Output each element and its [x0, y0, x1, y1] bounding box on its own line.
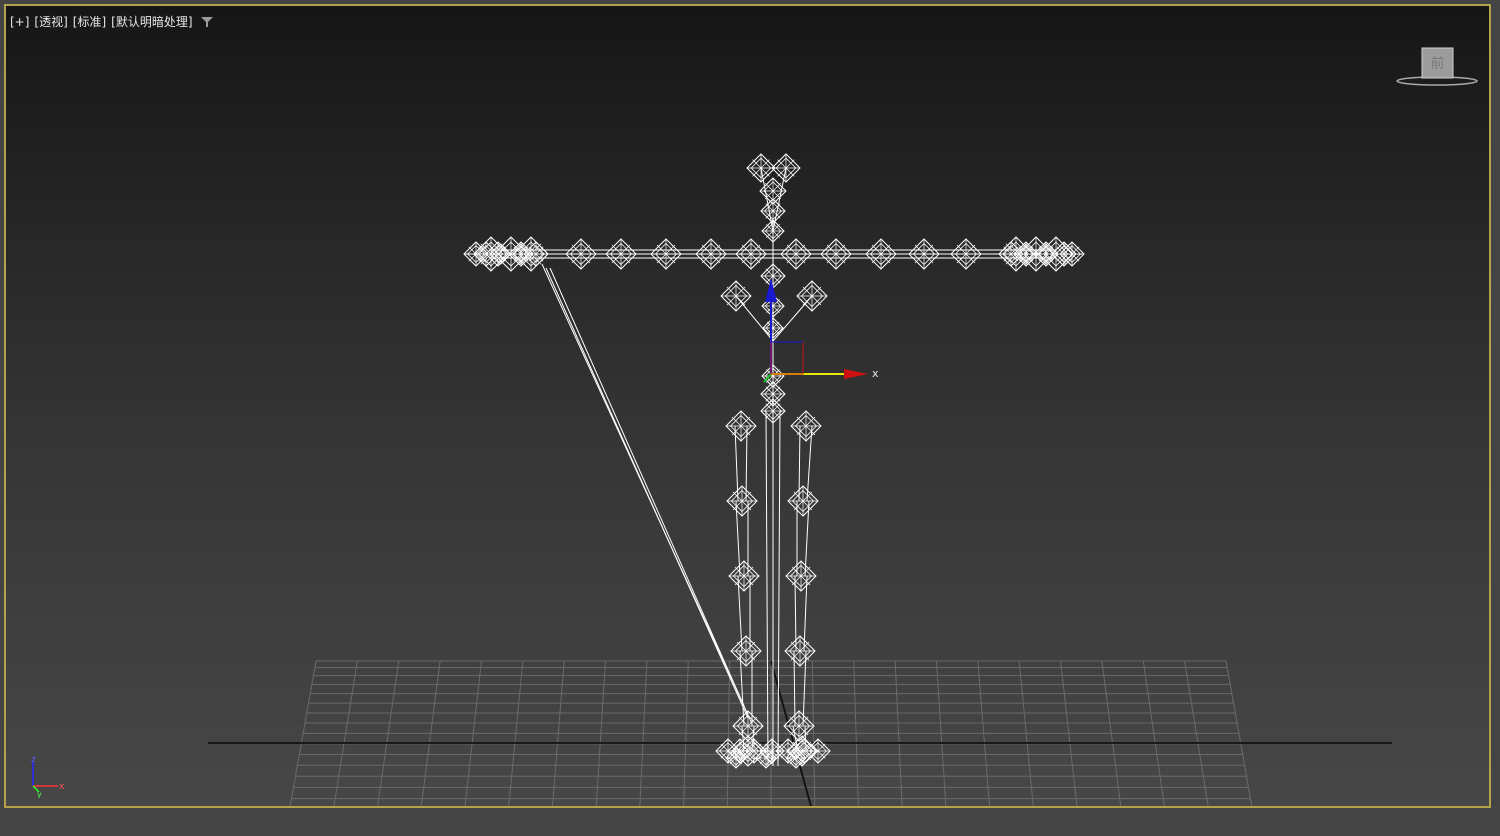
grid-line-vertical: [551, 660, 565, 806]
neck-bone[interactable]: [772, 167, 787, 232]
grid-line-vertical: [333, 660, 358, 806]
world-axis-tripod: z x y: [31, 755, 65, 798]
right-leg-bone[interactable]: [794, 575, 797, 652]
tripod-x-label: x: [59, 782, 65, 792]
tripod-y-label: y: [37, 790, 42, 798]
grid-line-vertical: [377, 660, 400, 806]
grid-line-vertical: [1018, 660, 1034, 806]
viewport-label-bar: [+] [透视] [标准] [默认明暗处理]: [10, 13, 213, 30]
grid-line-vertical: [289, 660, 317, 806]
viewport-plus-menu[interactable]: [+]: [10, 15, 29, 29]
gizmo-x-label: x: [872, 367, 879, 380]
viewport-bottom-strip: [0, 810, 1500, 836]
grid-line-vertical: [464, 660, 482, 806]
grid-line-vertical: [894, 660, 903, 806]
grid-line-vertical: [1225, 660, 1253, 806]
left-leg-joint[interactable]: [728, 560, 760, 592]
viewport-shading-menu[interactable]: [标准]: [73, 13, 106, 30]
grid-line-vertical: [639, 660, 648, 806]
right-leg-joint[interactable]: [787, 485, 819, 517]
gizmo-plane-xz[interactable]: [770, 341, 804, 375]
spine-bone[interactable]: [772, 295, 813, 342]
ik-line[interactable]: [545, 267, 749, 719]
left-leg-bone[interactable]: [745, 425, 748, 502]
grid-line-vertical: [420, 660, 441, 806]
grid-line-vertical: [1101, 660, 1122, 806]
viewcube[interactable]: 前: [1394, 44, 1480, 90]
grid-line-vertical: [595, 660, 607, 806]
filter-icon[interactable]: [200, 16, 213, 28]
right-leg-joint[interactable]: [790, 410, 822, 442]
viewport-lighting-menu[interactable]: [默认明暗处理]: [111, 13, 192, 30]
tripod-z-label: z: [31, 755, 36, 765]
left-leg-joint[interactable]: [725, 410, 757, 442]
gizmo-x-arrow[interactable]: [844, 369, 868, 379]
left-leg-joint[interactable]: [726, 485, 758, 517]
ik-line[interactable]: [549, 267, 753, 725]
grid-line-vertical: [1184, 660, 1209, 806]
grid-line-vertical: [508, 660, 524, 806]
spine-bone[interactable]: [735, 295, 774, 342]
viewport-view-menu[interactable]: [透视]: [34, 13, 67, 30]
grid-line-vertical: [811, 660, 816, 806]
grid-line-vertical: [1060, 660, 1078, 806]
neck-bone[interactable]: [760, 167, 774, 232]
right-leg-bone[interactable]: [793, 650, 796, 727]
grid-line-vertical: [683, 660, 689, 806]
grid-line-vertical: [977, 660, 991, 806]
right-leg-joint[interactable]: [783, 710, 815, 742]
viewcube-face-label: 前: [1431, 55, 1445, 72]
right-leg-joint[interactable]: [785, 560, 817, 592]
grid-line-vertical: [935, 660, 947, 806]
home-grid: [208, 660, 1392, 806]
perspective-viewport[interactable]: x [+] [透视] [标准] [默认明暗处理] 前 z x y: [4, 4, 1491, 808]
grid-line-vertical: [853, 660, 859, 806]
grid-line-vertical: [1142, 660, 1165, 806]
scene-canvas[interactable]: x: [6, 6, 1491, 808]
grid-line-vertical: [726, 660, 731, 806]
